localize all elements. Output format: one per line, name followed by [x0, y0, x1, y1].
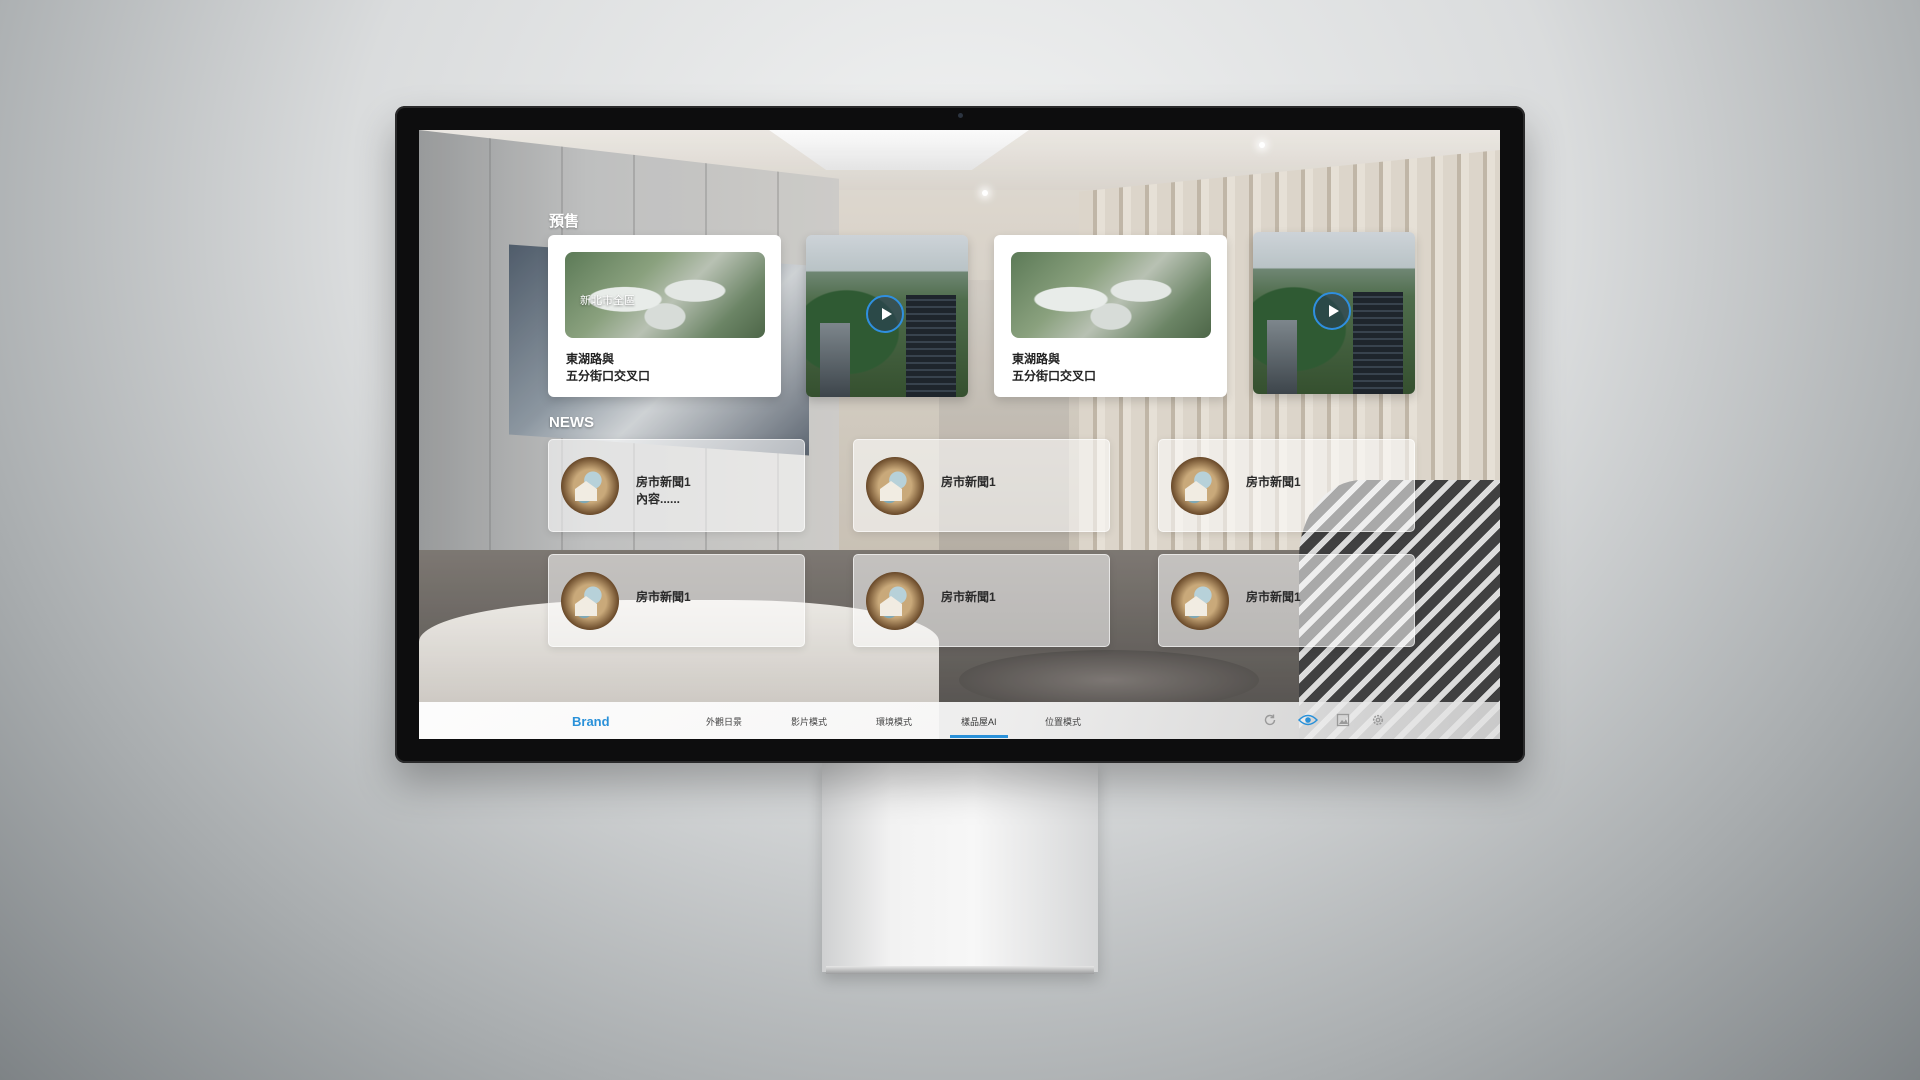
aerial-thumbnail: 新北市全區	[565, 252, 765, 338]
news-avatar	[866, 572, 924, 630]
presale-card-text: 東湖路與 五分街口交叉口	[1012, 351, 1212, 385]
news-card[interactable]: 房市新聞1 內容......	[548, 439, 805, 532]
nav-item-exterior-day[interactable]: 外觀日景	[706, 715, 742, 728]
aerial-thumbnail	[1011, 252, 1211, 338]
bottom-nav-bar: Brand 外觀日景 影片模式 環境模式 樣品屋AI 位置模式	[419, 702, 1500, 739]
monitor-stand-foot	[826, 966, 1094, 974]
news-avatar	[561, 572, 619, 630]
nav-item-model-house-ai[interactable]: 樣品屋AI	[961, 715, 997, 728]
news-card[interactable]: 房市新聞1	[548, 554, 805, 647]
news-avatar	[1171, 572, 1229, 630]
news-card[interactable]: 房市新聞1	[1158, 439, 1415, 532]
news-card[interactable]: 房市新聞1	[1158, 554, 1415, 647]
room-background	[419, 130, 1500, 739]
news-title: 房市新聞1	[636, 590, 691, 604]
card-line1: 東湖路與	[1012, 352, 1061, 366]
news-title: 房市新聞1	[636, 475, 691, 489]
news-title: 房市新聞1	[1246, 590, 1301, 604]
nav-item-video-mode[interactable]: 影片模式	[791, 715, 827, 728]
news-title: 房市新聞1	[941, 475, 996, 489]
presale-card[interactable]: 新北市全區 東湖路與 五分街口交叉口	[548, 235, 781, 397]
video-card[interactable]	[1253, 232, 1415, 394]
gear-icon[interactable]	[1370, 712, 1386, 728]
news-content: 內容......	[636, 492, 681, 506]
news-title: 房市新聞1	[941, 590, 996, 604]
news-section-title: NEWS	[549, 414, 594, 431]
play-icon[interactable]	[866, 295, 904, 333]
nav-item-location-mode[interactable]: 位置模式	[1045, 715, 1081, 728]
news-avatar	[1171, 457, 1229, 515]
camera-dot	[958, 113, 963, 118]
thumbnail-label: 新北市全區	[580, 295, 635, 307]
news-card[interactable]: 房市新聞1	[853, 554, 1110, 647]
card-line2: 五分街口交叉口	[566, 369, 651, 383]
video-card[interactable]	[806, 235, 968, 397]
monitor-stand	[822, 760, 1098, 972]
monitor-frame: 預售 新北市全區 東湖路與 五分街口交叉口 東湖路與 五分街口交叉口 NEWS …	[395, 106, 1525, 763]
card-line1: 東湖路與	[566, 352, 615, 366]
card-line2: 五分街口交叉口	[1012, 369, 1097, 383]
presale-card-text: 東湖路與 五分街口交叉口	[566, 351, 766, 385]
news-avatar	[561, 457, 619, 515]
play-icon[interactable]	[1313, 292, 1351, 330]
news-title: 房市新聞1	[1246, 475, 1301, 489]
presale-card[interactable]: 東湖路與 五分街口交叉口	[994, 235, 1227, 397]
eye-icon[interactable]	[1298, 712, 1318, 728]
active-tab-indicator	[950, 735, 1008, 738]
news-avatar	[866, 457, 924, 515]
screenshot-icon[interactable]	[1335, 712, 1351, 728]
refresh-icon[interactable]	[1262, 712, 1278, 728]
app-screen: 預售 新北市全區 東湖路與 五分街口交叉口 東湖路與 五分街口交叉口 NEWS …	[419, 130, 1500, 739]
brand-logo[interactable]: Brand	[572, 714, 610, 729]
news-card[interactable]: 房市新聞1	[853, 439, 1110, 532]
presale-section-title: 預售	[549, 213, 580, 230]
nav-item-environment-mode[interactable]: 環境模式	[876, 715, 912, 728]
